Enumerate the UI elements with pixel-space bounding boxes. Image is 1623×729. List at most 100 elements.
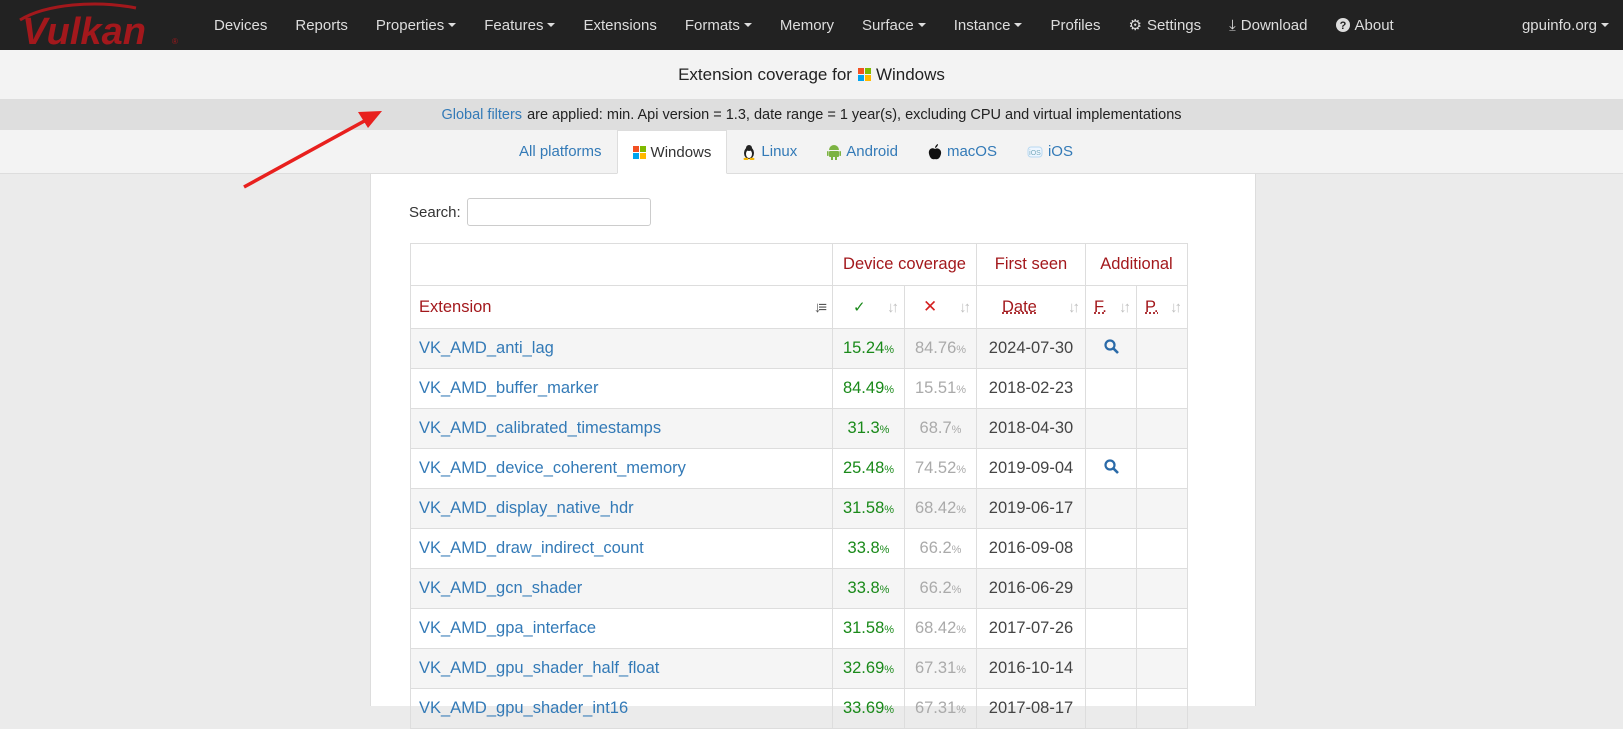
supported-pct[interactable]: 31.3% [832, 408, 905, 449]
nav-item-label: Instance [953, 16, 1011, 34]
nav-item-devices[interactable]: Devices [200, 0, 281, 50]
extension-cell[interactable]: VK_AMD_gpu_shader_int16 [410, 688, 833, 729]
supported-value: 25.48 [842, 459, 885, 477]
tab-label: Windows [650, 143, 712, 161]
unsupported-pct[interactable]: 84.76% [904, 328, 977, 369]
sort-features[interactable]: F. ↓↑ [1085, 285, 1137, 329]
supported-pct[interactable]: 33.8% [832, 568, 905, 609]
extension-cell[interactable]: VK_AMD_calibrated_timestamps [410, 408, 833, 449]
extension-link[interactable]: VK_AMD_device_coherent_memory [419, 459, 686, 477]
svg-text:iOS: iOS [1029, 150, 1041, 157]
nav-item-label: Settings [1146, 16, 1202, 34]
caret-down-icon [743, 23, 752, 27]
sort-unsupported[interactable]: ✕ ↓↑ [904, 285, 977, 329]
supported-pct[interactable]: 84.49% [832, 368, 905, 409]
table-row: VK_AMD_draw_indirect_count 33.8% 66.2% 2016… [410, 528, 1188, 569]
extension-cell[interactable]: VK_AMD_gcn_shader [410, 568, 833, 609]
unsupported-pct[interactable]: 67.31% [904, 648, 977, 689]
supported-pct[interactable]: 33.69% [832, 688, 905, 729]
extension-table: Device coverage First seen Additional Ex… [410, 243, 1188, 729]
nav-item-profiles[interactable]: Profiles [1036, 0, 1114, 50]
properties-cell [1136, 568, 1188, 609]
pct-suffix: % [956, 504, 967, 516]
properties-cell [1136, 368, 1188, 409]
pct-suffix: % [884, 504, 895, 516]
extension-link[interactable]: VK_AMD_display_native_hdr [419, 499, 634, 517]
supported-value: 32.69 [842, 659, 885, 677]
search-icon[interactable] [1103, 338, 1119, 354]
nav-item-reports[interactable]: Reports [281, 0, 362, 50]
unsupported-pct[interactable]: 66.2% [904, 568, 977, 609]
extension-link[interactable]: VK_AMD_gpu_shader_int16 [419, 699, 628, 717]
sort-date[interactable]: Date ↓↑ [976, 285, 1086, 329]
tab-all-platforms[interactable]: All platforms [504, 130, 617, 173]
extension-cell[interactable]: VK_AMD_gpa_interface [410, 608, 833, 649]
pct-suffix: % [884, 624, 895, 636]
supported-pct[interactable]: 31.58% [832, 608, 905, 649]
platform-tabs-row: All platforms Windows Linux Android macOS iOS… [0, 130, 1623, 174]
table-row: VK_AMD_gcn_shader 33.8% 66.2% 2016-06-29 [410, 568, 1188, 609]
global-filter-text: are applied: min. Api version = 1.3, dat… [527, 107, 1182, 123]
features-cell [1085, 688, 1137, 729]
extension-link[interactable]: VK_AMD_gpa_interface [419, 619, 596, 637]
nav-item-settings[interactable]: ⚙ Settings [1114, 0, 1215, 50]
extension-cell[interactable]: VK_AMD_buffer_marker [410, 368, 833, 409]
unsupported-pct[interactable]: 15.51% [904, 368, 977, 409]
nav-item-instance[interactable]: Instance [940, 0, 1037, 50]
extension-link[interactable]: VK_AMD_gpu_shader_half_float [419, 659, 659, 677]
apple-icon [928, 143, 942, 160]
search-icon[interactable] [1103, 458, 1119, 474]
vulkan-logo[interactable]: Vulkan ® [0, 0, 200, 50]
unsupported-pct[interactable]: 74.52% [904, 448, 977, 489]
search-input[interactable] [466, 198, 651, 226]
extension-link[interactable]: VK_AMD_buffer_marker [419, 379, 598, 397]
nav-item-properties[interactable]: Properties [362, 0, 470, 50]
sort-properties[interactable]: P. ↓↑ [1136, 285, 1188, 329]
unsupported-pct[interactable]: 68.42% [904, 608, 977, 649]
supported-value: 31.58 [842, 499, 885, 517]
supported-pct[interactable]: 15.24% [832, 328, 905, 369]
extension-link[interactable]: VK_AMD_gcn_shader [419, 579, 582, 597]
pct-suffix: % [879, 584, 890, 596]
unsupported-pct[interactable]: 67.31% [904, 688, 977, 729]
unsupported-pct[interactable]: 68.42% [904, 488, 977, 529]
sort-extension[interactable]: Extension ↓≡ [410, 285, 833, 329]
unsupported-value: 68.7 [919, 419, 952, 437]
global-filters-link[interactable]: Global filters [441, 107, 522, 123]
supported-pct[interactable]: 32.69% [832, 648, 905, 689]
unsupported-pct[interactable]: 66.2% [904, 528, 977, 569]
supported-pct[interactable]: 33.8% [832, 528, 905, 569]
supported-pct[interactable]: 25.48% [832, 448, 905, 489]
nav-item-label: Surface [862, 16, 914, 34]
tab-ios[interactable]: iOS iOS [1012, 130, 1088, 173]
extension-col-label: Extension [419, 297, 492, 316]
tab-linux[interactable]: Linux [727, 130, 812, 173]
nav-item-features[interactable]: Features [470, 0, 569, 50]
tab-macos[interactable]: macOS [913, 130, 1012, 173]
nav-item-about[interactable]: ? About [1322, 0, 1408, 50]
header-device-coverage: Device coverage [832, 243, 977, 286]
extension-cell[interactable]: VK_AMD_gpu_shader_half_float [410, 648, 833, 689]
extension-cell[interactable]: VK_AMD_anti_lag [410, 328, 833, 369]
extension-link[interactable]: VK_AMD_anti_lag [419, 339, 554, 357]
extension-cell[interactable]: VK_AMD_display_native_hdr [410, 488, 833, 529]
nav-item-surface[interactable]: Surface [848, 0, 940, 50]
properties-cell [1136, 608, 1188, 649]
unsupported-pct[interactable]: 68.7% [904, 408, 977, 449]
tab-android[interactable]: Android [812, 130, 913, 173]
nav-item-download[interactable]: ⤓ Download [1215, 0, 1321, 50]
nav-item-memory[interactable]: Memory [766, 0, 848, 50]
extension-link[interactable]: VK_AMD_calibrated_timestamps [419, 419, 661, 437]
sort-supported[interactable]: ✓ ↓↑ [832, 285, 905, 329]
nav-gpuinfo-menu[interactable]: gpuinfo.org [1508, 0, 1623, 50]
extension-cell[interactable]: VK_AMD_draw_indirect_count [410, 528, 833, 569]
first-seen-date: 2017-07-26 [976, 608, 1086, 649]
supported-pct[interactable]: 31.58% [832, 488, 905, 529]
extension-link[interactable]: VK_AMD_draw_indirect_count [419, 539, 644, 557]
nav-item-label: Features [484, 16, 544, 34]
tab-windows[interactable]: Windows [616, 130, 728, 174]
extension-cell[interactable]: VK_AMD_device_coherent_memory [410, 448, 833, 489]
nav-item-extensions[interactable]: Extensions [569, 0, 670, 50]
search-row: Search: [409, 198, 651, 226]
nav-item-formats[interactable]: Formats [671, 0, 766, 50]
